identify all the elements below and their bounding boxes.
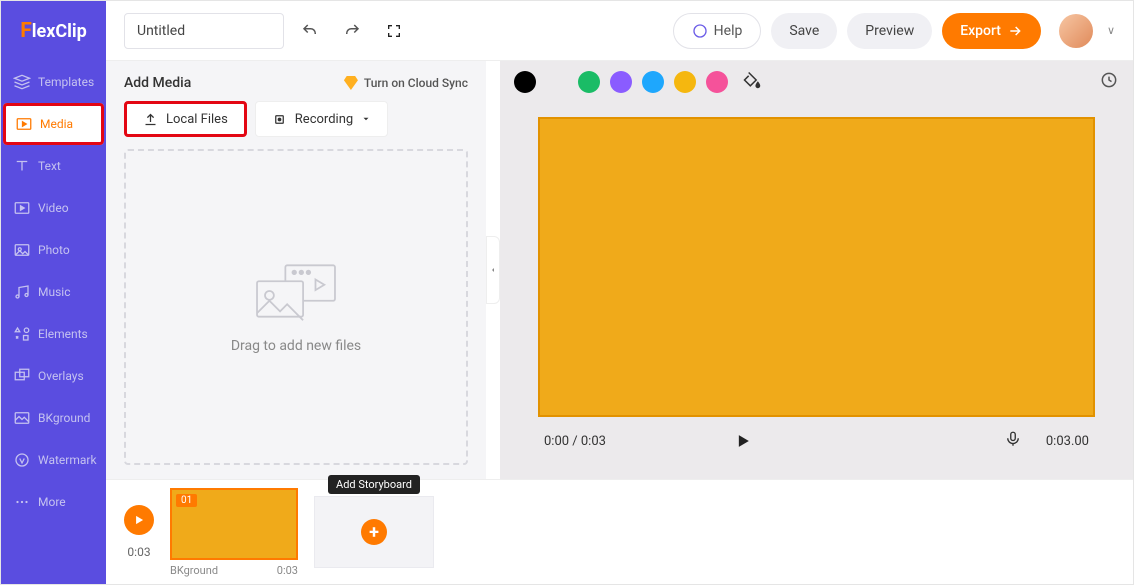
brand-logo: FlexClip: [1, 1, 106, 61]
color-swatch-black[interactable]: [514, 71, 536, 93]
music-icon: [13, 283, 31, 301]
media-icon: [15, 115, 33, 133]
add-storyboard-tooltip: Add Storyboard: [328, 475, 420, 494]
color-toolbar: [500, 61, 1133, 103]
fullscreen-button[interactable]: [378, 15, 410, 47]
project-title-input[interactable]: [124, 13, 284, 49]
text-icon: [13, 157, 31, 175]
sidebar-item-video[interactable]: Video: [1, 187, 106, 229]
save-button[interactable]: Save: [771, 13, 837, 49]
avatar-dropdown-icon[interactable]: ∨: [1107, 24, 1115, 37]
play-button[interactable]: [731, 429, 755, 453]
sidebar-item-watermark[interactable]: Watermark: [1, 439, 106, 481]
panel-divider: [486, 61, 500, 479]
canvas-area: 0:00 / 0:03 0:03.00: [500, 61, 1133, 479]
recording-button[interactable]: Recording: [255, 101, 388, 137]
playhead-time: 0:00 / 0:03: [544, 434, 606, 449]
local-files-label: Local Files: [166, 112, 228, 127]
sidebar-item-bkground[interactable]: BKground: [1, 397, 106, 439]
color-swatch-blue[interactable]: [642, 71, 664, 93]
sidebar-item-photo[interactable]: Photo: [1, 229, 106, 271]
sidebar-item-label: BKground: [38, 411, 90, 425]
preview-button[interactable]: Preview: [847, 13, 932, 49]
sidebar-item-label: Text: [38, 159, 61, 173]
export-label: Export: [960, 23, 1001, 39]
sidebar-item-label: Templates: [38, 75, 94, 89]
export-button[interactable]: Export: [942, 13, 1041, 49]
help-label: Help: [714, 23, 743, 39]
sidebar-item-text[interactable]: Text: [1, 145, 106, 187]
brand-f: F: [20, 19, 32, 43]
sidebar-item-label: Music: [38, 285, 70, 299]
clip-duration: 0:03: [277, 564, 298, 577]
color-swatch-purple[interactable]: [610, 71, 632, 93]
add-storyboard-button[interactable]: Add Storyboard +: [314, 496, 434, 568]
sidebar-item-more[interactable]: More: [1, 481, 106, 523]
recording-label: Recording: [295, 112, 353, 127]
sidebar-item-label: More: [38, 495, 66, 509]
color-swatch-yellow[interactable]: [674, 71, 696, 93]
media-dropzone[interactable]: Drag to add new files: [124, 149, 468, 465]
save-label: Save: [789, 23, 819, 39]
overlays-icon: [13, 367, 31, 385]
duration-icon[interactable]: [1099, 70, 1119, 94]
preview-label: Preview: [865, 23, 914, 39]
more-icon: [13, 493, 31, 511]
media-panel-title: Add Media: [124, 75, 191, 91]
sidebar-item-templates[interactable]: Templates: [1, 61, 106, 103]
clip-thumbnail[interactable]: 01: [170, 488, 298, 560]
elements-icon: [13, 325, 31, 343]
sidebar-item-elements[interactable]: Elements: [1, 313, 106, 355]
sidebar-item-label: Watermark: [38, 453, 97, 467]
watermark-icon: [13, 451, 31, 469]
photo-icon: [13, 241, 31, 259]
redo-button[interactable]: [336, 15, 368, 47]
preview-frame[interactable]: [538, 117, 1095, 417]
microphone-icon[interactable]: [1004, 430, 1022, 452]
dropzone-illustration-icon: [251, 260, 341, 322]
sidebar-item-music[interactable]: Music: [1, 271, 106, 313]
fill-bucket-icon[interactable]: [742, 70, 762, 94]
bkground-icon: [13, 409, 31, 427]
sidebar-item-label: Video: [38, 201, 69, 215]
top-toolbar: Help Save Preview Export ∨: [106, 1, 1133, 61]
video-icon: [13, 199, 31, 217]
clip-name: BKground: [170, 564, 218, 577]
gem-icon: [344, 76, 358, 90]
color-swatch-pink[interactable]: [706, 71, 728, 93]
left-sidebar: FlexClip Templates Media Text Video: [1, 1, 106, 584]
chevron-down-icon: [361, 114, 371, 124]
local-files-button[interactable]: Local Files: [124, 101, 247, 137]
total-duration: 0:03.00: [1046, 434, 1089, 449]
timeline-play-button[interactable]: [124, 505, 154, 535]
media-panel: Add Media Turn on Cloud Sync Local Files…: [106, 61, 486, 479]
sidebar-item-label: Photo: [38, 243, 70, 257]
sidebar-item-overlays[interactable]: Overlays: [1, 355, 106, 397]
color-swatch-green[interactable]: [578, 71, 600, 93]
brand-rest: lexClip: [32, 21, 87, 42]
sidebar-item-label: Media: [40, 117, 73, 131]
plus-icon: +: [361, 519, 387, 545]
cloud-sync-toggle[interactable]: Turn on Cloud Sync: [344, 76, 468, 90]
sidebar-item-label: Elements: [38, 327, 88, 341]
sidebar-item-label: Overlays: [38, 369, 84, 383]
sidebar-item-media[interactable]: Media: [3, 103, 104, 145]
undo-button[interactable]: [294, 15, 326, 47]
collapse-panel-handle[interactable]: [486, 236, 500, 304]
templates-icon: [13, 73, 31, 91]
help-button[interactable]: Help: [673, 13, 762, 49]
timeline-clip[interactable]: 01 BKground 0:03: [170, 488, 298, 577]
timeline-play-time: 0:03: [127, 545, 150, 559]
dropzone-text: Drag to add new files: [231, 338, 361, 354]
cloud-sync-label: Turn on Cloud Sync: [364, 76, 468, 90]
timeline-bar: 0:03 01 BKground 0:03 Add Storyboard +: [106, 479, 1133, 584]
user-avatar[interactable]: [1059, 14, 1093, 48]
clip-index-badge: 01: [176, 494, 197, 507]
